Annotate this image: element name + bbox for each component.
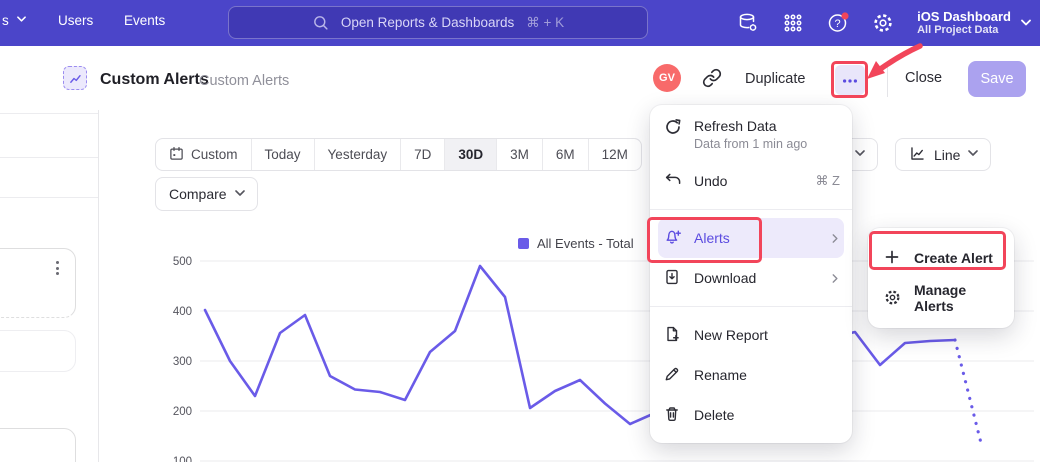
nav-item-events[interactable]: Events [124,13,165,28]
svg-text:500: 500 [173,256,192,268]
plus-icon [884,249,902,267]
chevron-down-icon [968,150,977,159]
pencil-icon [664,366,682,384]
range-yesterday[interactable]: Yesterday [315,139,402,170]
chart-type-button[interactable]: Line [895,138,991,171]
range-3m[interactable]: 3M [497,139,543,170]
line-chart-icon [909,145,926,165]
date-range-selector: Custom Today Yesterday 7D 30D 3M 6M 12M [155,138,642,171]
range-6m[interactable]: 6M [543,139,589,170]
search-shortcut: ⌘ + K [526,15,564,31]
menu-item-refresh-data[interactable]: Refresh Data Data from 1 min ago [650,113,852,161]
data-management-icon[interactable] [737,12,759,34]
kebab-menu-icon[interactable] [56,261,59,275]
header-divider [887,61,888,97]
svg-text:200: 200 [173,406,192,418]
avatar[interactable]: GV [653,64,681,92]
copy-link-icon[interactable] [702,68,722,88]
query-card[interactable] [0,428,76,462]
nav-item-boards-partial[interactable]: s [2,13,26,28]
new-report-icon [664,326,682,344]
range-custom[interactable]: Custom [156,139,252,170]
duplicate-button[interactable]: Duplicate [745,71,805,87]
query-card[interactable] [0,330,76,372]
settings-gear-icon[interactable] [872,12,894,34]
refresh-status: Data from 1 min ago [694,137,807,151]
project-switcher[interactable]: iOS Dashboard All Project Data [917,9,1030,37]
help-icon[interactable]: ? [827,12,849,34]
context-menu: Refresh Data Data from 1 min ago Undo ⌘ … [650,105,852,443]
submenu-chevron-icon [831,274,840,283]
query-builder-sidebar [0,110,99,462]
sidebar-divider [0,113,98,114]
notification-dot [841,12,848,19]
nav-item-users[interactable]: Users [58,13,93,28]
search-placeholder: Open Reports & Dashboards [341,15,514,30]
range-7d[interactable]: 7D [401,139,445,170]
download-icon [664,269,682,287]
chevron-down-icon [855,150,864,159]
menu-item-new-report[interactable]: New Report [650,315,852,355]
menu-divider [650,209,852,210]
ellipsis-icon [841,71,859,89]
calendar-icon [169,146,184,164]
search-icon [312,14,329,31]
submenu-item-create-alert[interactable]: Create Alert [868,238,1014,278]
chevron-down-icon [1021,19,1030,28]
chart-legend: All Events - Total [518,236,634,251]
range-today[interactable]: Today [252,139,315,170]
compare-button[interactable]: Compare [155,177,258,211]
page-title: Custom Alerts [100,71,209,89]
bell-plus-icon [664,229,682,247]
chevron-down-icon [235,190,244,199]
range-12m[interactable]: 12M [589,139,641,170]
save-button[interactable]: Save [968,61,1026,97]
query-card[interactable] [0,248,76,318]
chevron-down-icon [17,16,26,25]
breadcrumb[interactable]: Custom Alerts [199,73,289,89]
project-name: iOS Dashboard [917,9,1011,24]
submenu-chevron-icon [831,234,840,243]
svg-text:300: 300 [173,356,192,368]
more-options-button[interactable] [835,65,865,95]
undo-icon [664,172,682,190]
menu-item-rename[interactable]: Rename [650,355,852,395]
svg-text:?: ? [835,18,841,30]
top-navbar: s Users Events Open Reports & Dashboards… [0,0,1040,46]
sidebar-divider [0,197,98,198]
gear-icon [884,289,902,307]
alerts-submenu: Create Alert Manage Alerts [868,228,1014,328]
menu-item-undo[interactable]: Undo ⌘ Z [650,161,852,201]
apps-grid-icon[interactable] [782,12,804,34]
undo-shortcut: ⌘ Z [815,173,840,189]
svg-text:100: 100 [173,456,192,462]
range-30d-selected[interactable]: 30D [445,139,497,170]
menu-divider [650,306,852,307]
menu-item-delete[interactable]: Delete [650,395,852,435]
close-button[interactable]: Close [905,70,942,86]
menu-item-alerts[interactable]: Alerts [658,218,844,258]
submenu-item-manage-alerts[interactable]: Manage Alerts [868,278,1014,318]
legend-label: All Events - Total [537,236,634,251]
menu-item-download[interactable]: Download [650,258,852,298]
report-type-icon [63,66,87,90]
project-scope: All Project Data [917,24,1011,37]
sidebar-divider [0,157,98,158]
global-search[interactable]: Open Reports & Dashboards ⌘ + K [228,6,648,39]
refresh-icon [664,118,682,136]
svg-text:400: 400 [173,306,192,318]
legend-swatch [518,238,529,249]
trash-icon [664,406,682,424]
